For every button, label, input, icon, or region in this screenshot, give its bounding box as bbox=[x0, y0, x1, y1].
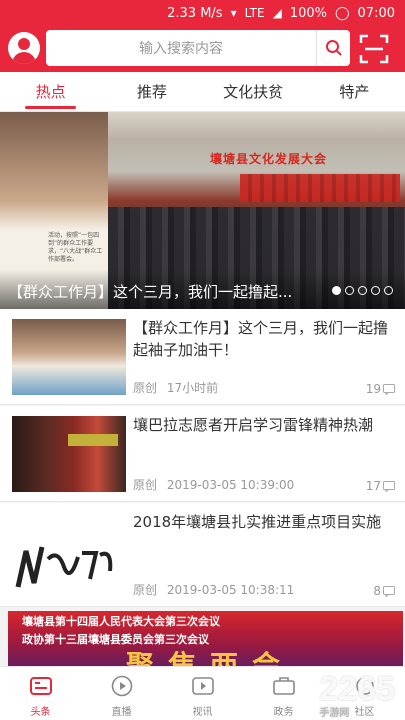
promo-banner[interactable]: 壤塘县第十四届人民代表大会第三次会议 政协第十三届壤塘县委员会第三次会议 聚焦两… bbox=[8, 611, 403, 666]
article-source: 原创 bbox=[133, 478, 158, 492]
carousel-dot[interactable] bbox=[345, 286, 354, 295]
comment-count: 8 bbox=[373, 584, 395, 598]
wifi-icon: ▾ bbox=[230, 6, 237, 20]
comment-number: 8 bbox=[373, 584, 381, 598]
avatar[interactable] bbox=[8, 32, 40, 64]
signal-icon: ◢ bbox=[272, 6, 282, 20]
list-item[interactable]: 壤巴拉志愿者开启学习雷锋精神热潮 原创 2019-03-05 10:39:00 … bbox=[0, 406, 405, 502]
tab-culture[interactable]: 文化扶贫 bbox=[203, 72, 304, 111]
article-title: 壤巴拉志愿者开启学习雷锋精神热潮 bbox=[133, 416, 374, 434]
list-item[interactable]: 【群众工作月】这个三月，我们一起撸起袖子加油干！ 原创 17小时前 19 bbox=[0, 309, 405, 405]
search-input[interactable]: 输入搜索内容 bbox=[46, 38, 316, 58]
news-icon bbox=[0, 675, 81, 697]
article-meta: 原创 2019-03-05 10:38:11 bbox=[133, 581, 294, 598]
category-tabs: 热点 推荐 文化扶贫 特产 bbox=[0, 72, 405, 112]
comment-icon bbox=[383, 585, 395, 597]
promo-line-1: 壤塘县第十四届人民代表大会第三次会议 bbox=[22, 615, 220, 628]
list-item[interactable]: 2018年壤塘县扎实推进重点项目实施 原创 2019-03-05 10:38:1… bbox=[0, 503, 405, 607]
carousel-dot[interactable] bbox=[332, 286, 341, 295]
sync-icon: ◯ bbox=[334, 5, 350, 21]
nav-headlines[interactable]: 头条 bbox=[0, 667, 81, 720]
article-source: 原创 bbox=[133, 381, 158, 395]
battery-level: 100% bbox=[289, 5, 327, 21]
comment-icon bbox=[383, 383, 395, 395]
article-thumbnail bbox=[12, 513, 126, 589]
article-title: 【群众工作月】这个三月，我们一起撸起袖子加油干！ bbox=[133, 319, 389, 359]
article-meta: 原创 2019-03-05 10:39:00 bbox=[133, 476, 294, 493]
nav-label: 头条 bbox=[30, 707, 51, 718]
article-source: 原创 bbox=[133, 583, 158, 597]
clock: 07:00 bbox=[357, 5, 395, 21]
comment-icon bbox=[383, 480, 395, 492]
scan-icon[interactable] bbox=[358, 33, 390, 65]
carousel-dot[interactable] bbox=[384, 286, 393, 295]
carousel-dots bbox=[332, 286, 393, 295]
briefcase-icon bbox=[243, 675, 324, 697]
nav-label: 视讯 bbox=[192, 707, 213, 718]
tab-recommend[interactable]: 推荐 bbox=[101, 72, 202, 111]
banner-caption-text: 【群众工作月】这个三月，我们一起撸起... bbox=[8, 283, 293, 301]
banner-side-text: 活动，按照“一包四到”的群众工作要求，“八大战”群众工作部署会。 bbox=[48, 232, 103, 263]
banner-carousel[interactable]: 活动，按照“一包四到”的群众工作要求，“八大战”群众工作部署会。 壤塘县文化发展… bbox=[0, 112, 405, 309]
play-icon bbox=[81, 675, 162, 697]
watermark-sub: 手游网 bbox=[319, 708, 350, 719]
article-thumbnail bbox=[12, 319, 126, 395]
network-type: LTE bbox=[244, 6, 265, 20]
article-time: 2019-03-05 10:38:11 bbox=[166, 583, 295, 597]
status-bar: 2.33 M/s ▾ LTE ◢ 100% ◯ 07:00 bbox=[0, 0, 405, 26]
carousel-dot[interactable] bbox=[371, 286, 380, 295]
network-speed: 2.33 M/s bbox=[167, 5, 223, 21]
article-time: 17小时前 bbox=[166, 381, 219, 395]
watermark-text: 2265 bbox=[319, 670, 395, 708]
top-bar: 输入搜索内容 bbox=[0, 26, 405, 72]
nav-government[interactable]: 政务 bbox=[243, 667, 324, 720]
video-icon bbox=[162, 675, 243, 697]
nav-video[interactable]: 视讯 bbox=[162, 667, 243, 720]
comment-count: 17 bbox=[366, 479, 395, 493]
comment-number: 19 bbox=[365, 382, 381, 396]
search-box[interactable]: 输入搜索内容 bbox=[46, 30, 350, 66]
site-watermark: 2265 手游网 bbox=[319, 670, 395, 719]
article-thumbnail bbox=[12, 416, 126, 492]
banner-flags bbox=[240, 174, 400, 202]
comment-number: 17 bbox=[365, 479, 381, 493]
promo-headline: 聚焦两会 bbox=[126, 649, 295, 666]
article-title: 2018年壤塘县扎实推进重点项目实施 bbox=[133, 513, 382, 531]
search-icon[interactable] bbox=[316, 30, 350, 66]
article-meta: 原创 17小时前 bbox=[133, 379, 218, 396]
comment-count: 19 bbox=[366, 382, 395, 396]
article-time: 2019-03-05 10:39:00 bbox=[166, 478, 295, 492]
nav-label: 政务 bbox=[273, 707, 294, 718]
carousel-dot[interactable] bbox=[358, 286, 367, 295]
nav-label: 直播 bbox=[111, 707, 132, 718]
nav-live[interactable]: 直播 bbox=[81, 667, 162, 720]
tab-hot[interactable]: 热点 bbox=[0, 72, 101, 111]
tab-specialty[interactable]: 特产 bbox=[304, 72, 405, 111]
banner-stage-title: 壤塘县文化发展大会 bbox=[210, 152, 328, 166]
